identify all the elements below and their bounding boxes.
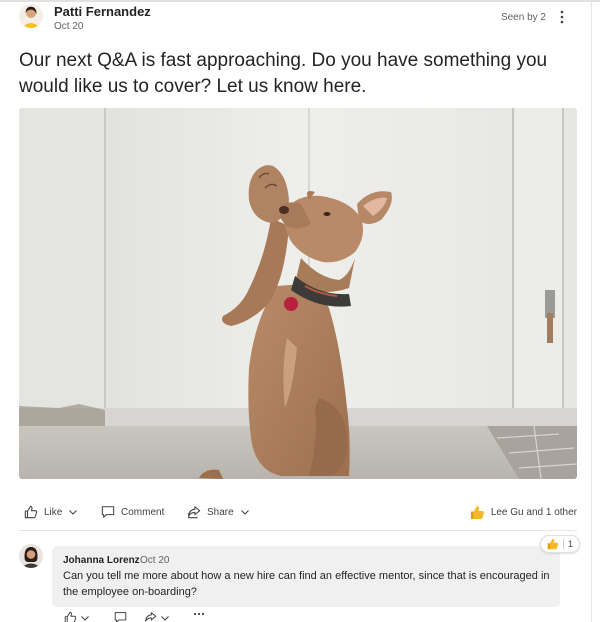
post-header: Patti Fernandez Oct 20 Seen by 2 <box>19 4 579 38</box>
comment-reaction-badge[interactable]: 1 <box>540 535 581 553</box>
comment-like-button[interactable] <box>64 611 90 622</box>
author-name[interactable]: Patti Fernandez <box>54 4 151 19</box>
thumbs-up-icon <box>24 505 38 519</box>
comment-label: Comment <box>121 506 165 518</box>
post-actions-bar: Like Comment Share Lee Gu and 1 other <box>19 502 579 522</box>
yellow-thumbs-up-icon <box>470 505 484 519</box>
right-border <box>591 0 592 622</box>
chevron-down-icon[interactable] <box>160 613 170 622</box>
comment-bubble: Johanna Lorenz Oct 20 Can you tell me mo… <box>52 546 560 607</box>
comment-more-button[interactable] <box>192 609 206 619</box>
post-date: Oct 20 <box>54 21 84 32</box>
reactions-summary[interactable]: Lee Gu and 1 other <box>470 502 577 522</box>
comment-text: Can you tell me more about how a new hir… <box>63 570 550 598</box>
comment-reply-button[interactable] <box>114 611 127 622</box>
actions-divider <box>19 530 577 531</box>
chevron-down-icon[interactable] <box>80 613 90 622</box>
like-button[interactable]: Like <box>24 502 78 522</box>
chevron-down-icon[interactable] <box>240 507 250 517</box>
top-border <box>0 0 600 2</box>
chevron-down-icon[interactable] <box>68 507 78 517</box>
more-vertical-icon <box>560 10 564 24</box>
like-label: Like <box>44 506 63 518</box>
post-body-text: Our next Q&A is fast approaching. Do you… <box>19 50 548 97</box>
comment-icon <box>114 612 127 622</box>
yellow-thumbs-up-icon <box>547 538 559 550</box>
comment-icon <box>101 506 115 518</box>
reaction-separator <box>563 539 564 549</box>
share-icon <box>188 506 201 519</box>
seen-by-count[interactable]: Seen by 2 <box>501 12 546 23</box>
share-button[interactable]: Share <box>187 502 250 522</box>
comment-actions-bar <box>64 611 264 622</box>
thumbs-up-icon <box>64 611 77 622</box>
more-options-button[interactable] <box>557 8 567 26</box>
reactors-label: Lee Gu and 1 other <box>490 506 577 518</box>
share-icon <box>145 612 157 622</box>
more-horizontal-icon <box>193 612 205 616</box>
comment-date: Oct 20 <box>140 555 170 566</box>
comment-author[interactable]: Johanna Lorenz <box>63 555 140 566</box>
commenter-avatar[interactable] <box>19 544 43 568</box>
author-avatar[interactable] <box>19 4 43 28</box>
share-label: Share <box>207 506 234 518</box>
dog-raising-paw-image <box>19 108 577 479</box>
comment-reaction-count: 1 <box>568 539 574 549</box>
comment-share-button[interactable] <box>144 611 170 622</box>
post-image[interactable] <box>19 108 577 479</box>
comment-button[interactable]: Comment <box>101 502 164 522</box>
